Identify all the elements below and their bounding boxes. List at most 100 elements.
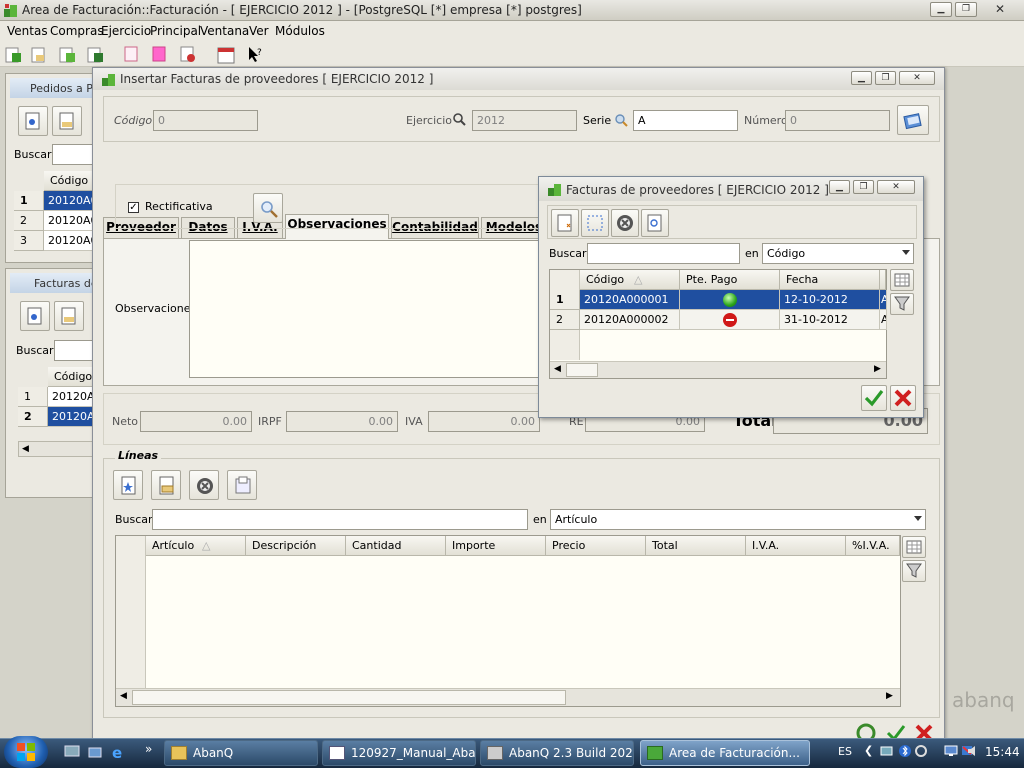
popup-search-input[interactable] [587,243,740,264]
toolbar-calendar-icon[interactable] [216,44,236,67]
insert-dialog-minimize-button[interactable]: ▁ [851,71,872,85]
toolbar-module-icon-2[interactable] [30,45,48,66]
lineas-col-iva[interactable]: I.V.A. [746,536,846,556]
scroll-right-icon[interactable]: ▶ [874,364,881,374]
scroll-right-icon[interactable]: ▶ [886,691,893,701]
main-close-button[interactable]: ✕ [980,2,1020,17]
serie-input[interactable]: A [633,110,738,131]
language-indicator[interactable]: ES [838,745,852,758]
main-minimize-button[interactable]: ▁ [930,2,952,17]
scroll-left-icon[interactable]: ◀ [554,364,561,374]
menu-ver[interactable]: Ver [249,24,269,38]
lineas-new-button[interactable] [113,470,143,500]
tray-bluetooth-icon[interactable] [898,744,912,761]
popup-field-select[interactable]: Código [762,243,914,264]
task-manual-doc[interactable]: 120927_Manual_Aba... [322,740,476,766]
popup-select-button[interactable] [581,209,609,237]
lineas-col-descripcion[interactable]: Descripción [246,536,346,556]
scroll-left-icon[interactable]: ◀ [120,691,127,701]
popup-row-1-pte-pago[interactable] [680,290,780,310]
show-desktop-icon[interactable] [64,745,80,762]
main-maximize-button[interactable]: ❐ [955,2,977,17]
quicklaunch-more-icon[interactable]: » [145,742,152,756]
tray-expand-icon[interactable]: ❮ [864,744,873,757]
lineas-edit-button[interactable] [151,470,181,500]
clock[interactable]: 15:44 [985,745,1020,759]
lineas-view-button[interactable] [227,470,257,500]
task-area-facturacion[interactable]: Area de Facturación... [640,740,810,766]
rectificativa-checkbox[interactable]: ✓ [128,202,139,213]
irpf-field[interactable]: 0.00 [286,411,398,432]
toolbar-module-icon-6[interactable] [150,45,168,66]
rectificativa-search-button[interactable] [253,193,283,223]
codigo-field[interactable]: 0 [153,110,258,131]
popup-row-2-extra[interactable]: A [880,310,887,330]
menu-compras[interactable]: Compras [50,24,104,38]
toolbar-module-icon-1[interactable] [4,45,22,66]
popup-hscroll[interactable]: ◀ ▶ [550,361,886,378]
popup-row-2-codigo[interactable]: 20120A000002 [580,310,680,330]
header-action-button[interactable] [897,105,929,135]
popup-row-1-codigo[interactable]: 20120A000001 [580,290,680,310]
ejercicio-field[interactable]: 2012 [472,110,577,131]
internet-explorer-icon[interactable]: e [112,744,122,762]
popup-col-pte-pago[interactable]: Pte. Pago [680,270,780,290]
bg-facturas-new-button[interactable] [20,301,50,331]
tray-display-icon[interactable] [944,744,958,761]
tray-network-icon[interactable] [880,744,894,761]
lineas-columns-button[interactable] [902,536,926,558]
toolbar-module-icon-5[interactable] [122,45,140,66]
observaciones-textarea[interactable] [189,240,539,378]
popup-accept-button[interactable] [861,385,887,411]
lineas-col-precio[interactable]: Precio [546,536,646,556]
menu-ventana[interactable]: Ventana [200,24,249,38]
bg-pedidos-edit-button[interactable] [52,106,82,136]
ejercicio-search-icon[interactable] [453,113,466,129]
popup-hscroll-thumb[interactable] [566,363,598,377]
lineas-col-porc-iva[interactable]: %I.V.A. [846,536,900,556]
tray-volume-icon[interactable] [966,744,980,761]
task-abanq[interactable]: AbanQ [164,740,318,766]
lineas-hscroll[interactable]: ◀ ▶ [116,688,900,706]
toolbar-module-icon-7[interactable] [178,45,196,66]
bg-facturas-hscroll[interactable]: ◀ [18,441,100,457]
bg-facturas-edit-button[interactable] [54,301,84,331]
popup-filter-button[interactable] [890,293,914,315]
popup-delete-button[interactable] [611,209,639,237]
popup-col-codigo[interactable]: Código △ [580,270,680,290]
popup-row-2-fecha[interactable]: 31-10-2012 [780,310,880,330]
lineas-hscroll-thumb[interactable] [132,690,566,705]
insert-dialog-maximize-button[interactable]: ❐ [875,71,896,85]
popup-row-1-extra[interactable]: A [880,290,887,310]
toolbar-whats-this-icon[interactable]: ? [246,45,264,66]
popup-search-button[interactable] [641,209,669,237]
menu-principal[interactable]: Principal [150,24,201,38]
iva-field[interactable]: 0.00 [428,411,540,432]
lineas-col-total[interactable]: Total [646,536,746,556]
bg-pedidos-new-button[interactable] [18,106,48,136]
numero-field[interactable]: 0 [785,110,890,131]
menu-modulos[interactable]: Módulos [275,24,325,38]
switch-windows-icon[interactable] [88,745,104,762]
menu-ventas[interactable]: Ventas [7,24,48,38]
tray-sync-icon[interactable] [914,744,928,761]
popup-col-extra[interactable] [880,270,886,290]
menu-ejercicio[interactable]: Ejercicio [101,24,151,38]
neto-field[interactable]: 0.00 [140,411,252,432]
lineas-delete-button[interactable] [189,470,219,500]
toolbar-module-icon-3[interactable] [58,45,76,66]
serie-search-icon[interactable] [614,113,628,130]
lineas-col-cantidad[interactable]: Cantidad [346,536,446,556]
start-button[interactable] [4,736,48,768]
popup-columns-button[interactable] [890,269,914,291]
popup-minimize-button[interactable]: ▁ [829,180,850,194]
lineas-search-input[interactable] [152,509,528,530]
lineas-field-select[interactable]: Artículo [550,509,926,530]
popup-cancel-button[interactable] [890,385,916,411]
popup-maximize-button[interactable]: ❐ [853,180,874,194]
toolbar-module-icon-4[interactable] [86,45,104,66]
popup-col-fecha[interactable]: Fecha [780,270,880,290]
insert-dialog-close-button[interactable]: ✕ [899,71,935,85]
popup-new-button[interactable] [551,209,579,237]
task-abanq-build[interactable]: AbanQ 2.3 Build 202... [480,740,634,766]
